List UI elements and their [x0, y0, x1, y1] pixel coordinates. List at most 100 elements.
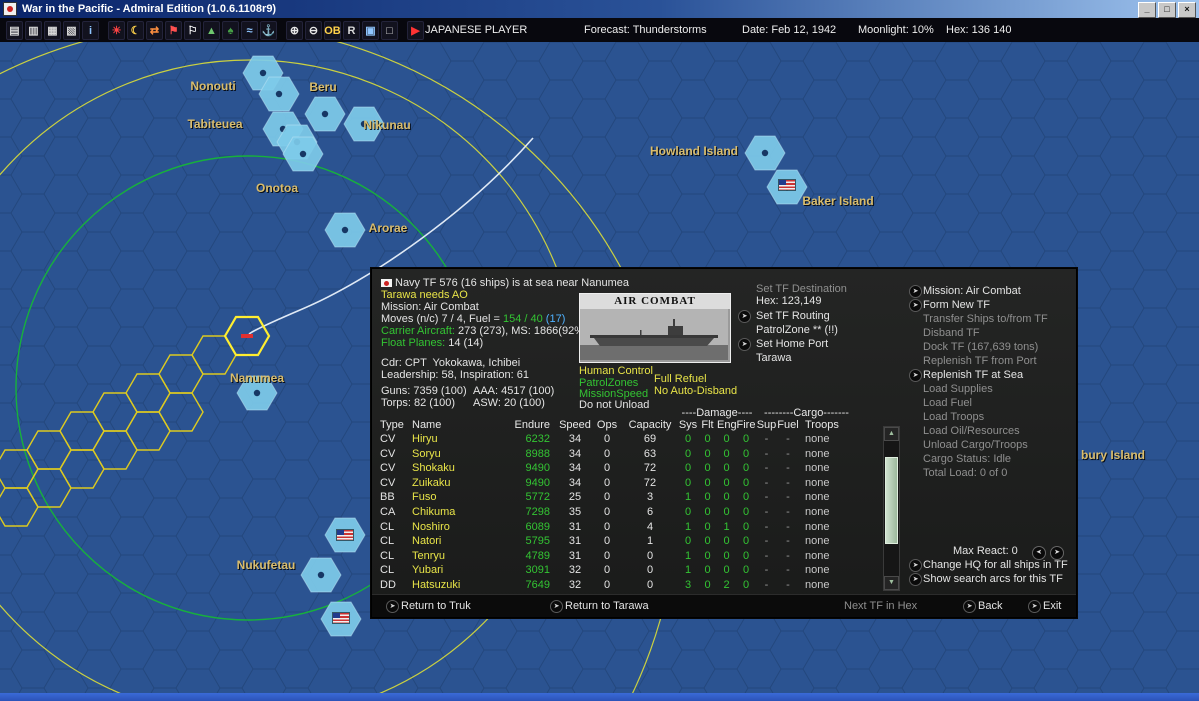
atoll-dot [761, 149, 769, 157]
tf-action-label: Replenish TF from Port [923, 355, 1037, 367]
tf-action-label: Dock TF (167,639 tons) [923, 341, 1039, 353]
tf-action-cargo-status-idle: Cargo Status: Idle [372, 453, 1076, 466]
tf-action-change-hq-for-all-ships-in-tf[interactable]: ➤ Change HQ for all ships in TF [372, 559, 1076, 572]
panel-footer: ➤ Return to Truk ➤ Return to Tarawa Next TF … [372, 594, 1076, 617]
los-icon[interactable]: ▲ [203, 21, 220, 40]
cell-type: BB [380, 491, 395, 504]
cell-fire: 0 [742, 491, 750, 504]
max-react-label: Max React: 0 [953, 545, 1018, 557]
tf-action-dock-tf-167-639-tons: Dock TF (167,639 tons) [372, 341, 1076, 354]
date-status: Date: Feb 12, 1942 [742, 24, 837, 36]
atoll-dot [259, 69, 267, 77]
react-increase-button[interactable]: ➤ [1050, 546, 1064, 560]
weather-icon[interactable]: ≈ [241, 21, 258, 40]
tf-action-disband-tf: Disband TF [372, 327, 1076, 340]
cell-fire: 0 [742, 505, 750, 518]
task-force-marker[interactable] [241, 334, 253, 338]
ship-row-fuso[interactable]: BB Fuso 5772 25 0 3 1 0 0 0- - none [380, 490, 880, 505]
cell-endure: 5772 [525, 491, 550, 504]
cell-type: CA [380, 505, 396, 518]
atoll-dot [253, 389, 261, 397]
bottom-strip [0, 693, 1199, 701]
cell-troops: none [805, 520, 830, 533]
atoll-dot [275, 90, 283, 98]
footer-button-exit[interactable]: ➤ Exit [372, 600, 1076, 613]
max-react: Max React: 0 [372, 545, 1076, 558]
cell-speed: 25 [568, 491, 582, 504]
cell-capacity: 6 [646, 505, 654, 518]
order-of-battle-icon[interactable]: OB [324, 21, 341, 40]
window-title: War in the Pacific - Admiral Edition (1.… [22, 3, 277, 15]
zoom-out-icon[interactable]: ⊖ [305, 21, 322, 40]
minimize-button[interactable]: _ [1138, 2, 1156, 18]
combat-animation-icon[interactable]: ☀ [108, 21, 125, 40]
us-flag-icon [337, 530, 353, 540]
cell-flt: 0 [704, 491, 711, 504]
flag-canton [337, 530, 344, 535]
enemy-flag-icon[interactable]: ⚑ [165, 21, 182, 40]
cell-sup: - [764, 505, 769, 518]
tf-action-label: Transfer Ships to/from TF [923, 313, 1048, 325]
window-mode-icon[interactable]: □ [381, 21, 398, 40]
cell-ops: 0 [603, 505, 611, 518]
turn-resolve-icon[interactable]: ▶ [407, 21, 424, 40]
tf-action-show-search-arcs-for-this-tf[interactable]: ➤ Show search arcs for this TF [372, 573, 1076, 586]
cell-name: Chikuma [412, 505, 456, 518]
maximize-button[interactable]: □ [1158, 2, 1176, 18]
us-flag-icon [779, 180, 795, 190]
cell-sys: 1 [684, 520, 692, 533]
tf-action-mission-air-combat[interactable]: ➤ Mission: Air Combat [372, 285, 1076, 298]
ship-row-chikuma[interactable]: CA Chikuma 7298 35 0 6 0 0 0 0- - none [380, 505, 880, 520]
cell-flt: 0 [704, 520, 711, 533]
cell-sys: 0 [684, 505, 692, 518]
map-screen-icon[interactable]: ▣ [362, 21, 379, 40]
cell-troops: none [805, 505, 830, 518]
intel-screen-icon[interactable]: ▧ [63, 21, 80, 40]
tf-action-replenish-tf-at-sea[interactable]: ➤ Replenish TF at Sea [372, 369, 1076, 382]
toolbar-icon-row: ▤ ▥ ▦ ▧ i ☀ ☾ ⇄ ⚑ ⚐ ▲ ♠ ≈ ⚓ ⊕ ⊖ OB R ▣ □ ▶ [5, 21, 425, 40]
cell-flt: 0 [704, 505, 711, 518]
cell-fuel: - [786, 491, 790, 504]
atoll-dot [317, 571, 325, 579]
cell-eng: 0 [723, 505, 730, 518]
tf-action-label: Cargo Status: Idle [923, 453, 1012, 465]
tf-action-label: Change HQ for all ships in TF [923, 559, 1068, 571]
info-screen-icon[interactable]: i [82, 21, 99, 40]
tf-action-label: Load Troops [923, 411, 985, 423]
game-window: War in the Pacific - Admiral Edition (1.… [0, 0, 1199, 701]
cell-ops: 0 [603, 491, 611, 504]
tf-action-load-supplies: Load Supplies [372, 383, 1076, 396]
cell-type: CL [380, 520, 395, 533]
atoll-dot [360, 120, 368, 128]
tf-action-label: Replenish TF at Sea [923, 369, 1024, 381]
tf-action-label: Unload Cargo/Troops [923, 439, 1028, 451]
atoll-dot [299, 150, 307, 158]
ship-row-noshiro[interactable]: CL Noshiro 6089 31 0 4 1 0 1 0- - none [380, 520, 880, 535]
naval-bases-icon[interactable]: ⚓ [260, 21, 277, 40]
tf-action-total-load-0-of-0: Total Load: 0 of 0 [372, 467, 1076, 480]
action-arrow-icon: ➤ [909, 573, 922, 586]
hex-status: Hex: 136 140 [946, 24, 1012, 36]
friendly-flag-icon[interactable]: ⚐ [184, 21, 201, 40]
cell-ops: 0 [603, 520, 611, 533]
cell-speed: 35 [568, 505, 582, 518]
reinforcements-icon[interactable]: R [343, 21, 360, 40]
tf-action-form-new-tf[interactable]: ➤ Form New TF [372, 299, 1076, 312]
moonlight-status: Moonlight: 10% [858, 24, 934, 36]
app-icon [3, 2, 17, 16]
cell-eng: 1 [723, 520, 730, 533]
ops-report-icon[interactable]: ▤ [6, 21, 23, 40]
signal-intel-icon[interactable]: ▥ [25, 21, 42, 40]
react-decrease-button[interactable]: ➤ [1032, 546, 1046, 560]
terrain-icon[interactable]: ♠ [222, 21, 239, 40]
close-button[interactable]: × [1178, 2, 1196, 18]
tf-action-load-oil-resources: Load Oil/Resources [372, 425, 1076, 438]
cell-endure: 6089 [525, 520, 550, 533]
day-night-icon[interactable]: ☾ [127, 21, 144, 40]
cell-troops: none [805, 491, 830, 504]
tf-action-label: Show search arcs for this TF [923, 573, 1063, 585]
zoom-in-icon[interactable]: ⊕ [286, 21, 303, 40]
atoll-dot [341, 226, 349, 234]
turn-cycle-icon[interactable]: ⇄ [146, 21, 163, 40]
combat-report-icon[interactable]: ▦ [44, 21, 61, 40]
